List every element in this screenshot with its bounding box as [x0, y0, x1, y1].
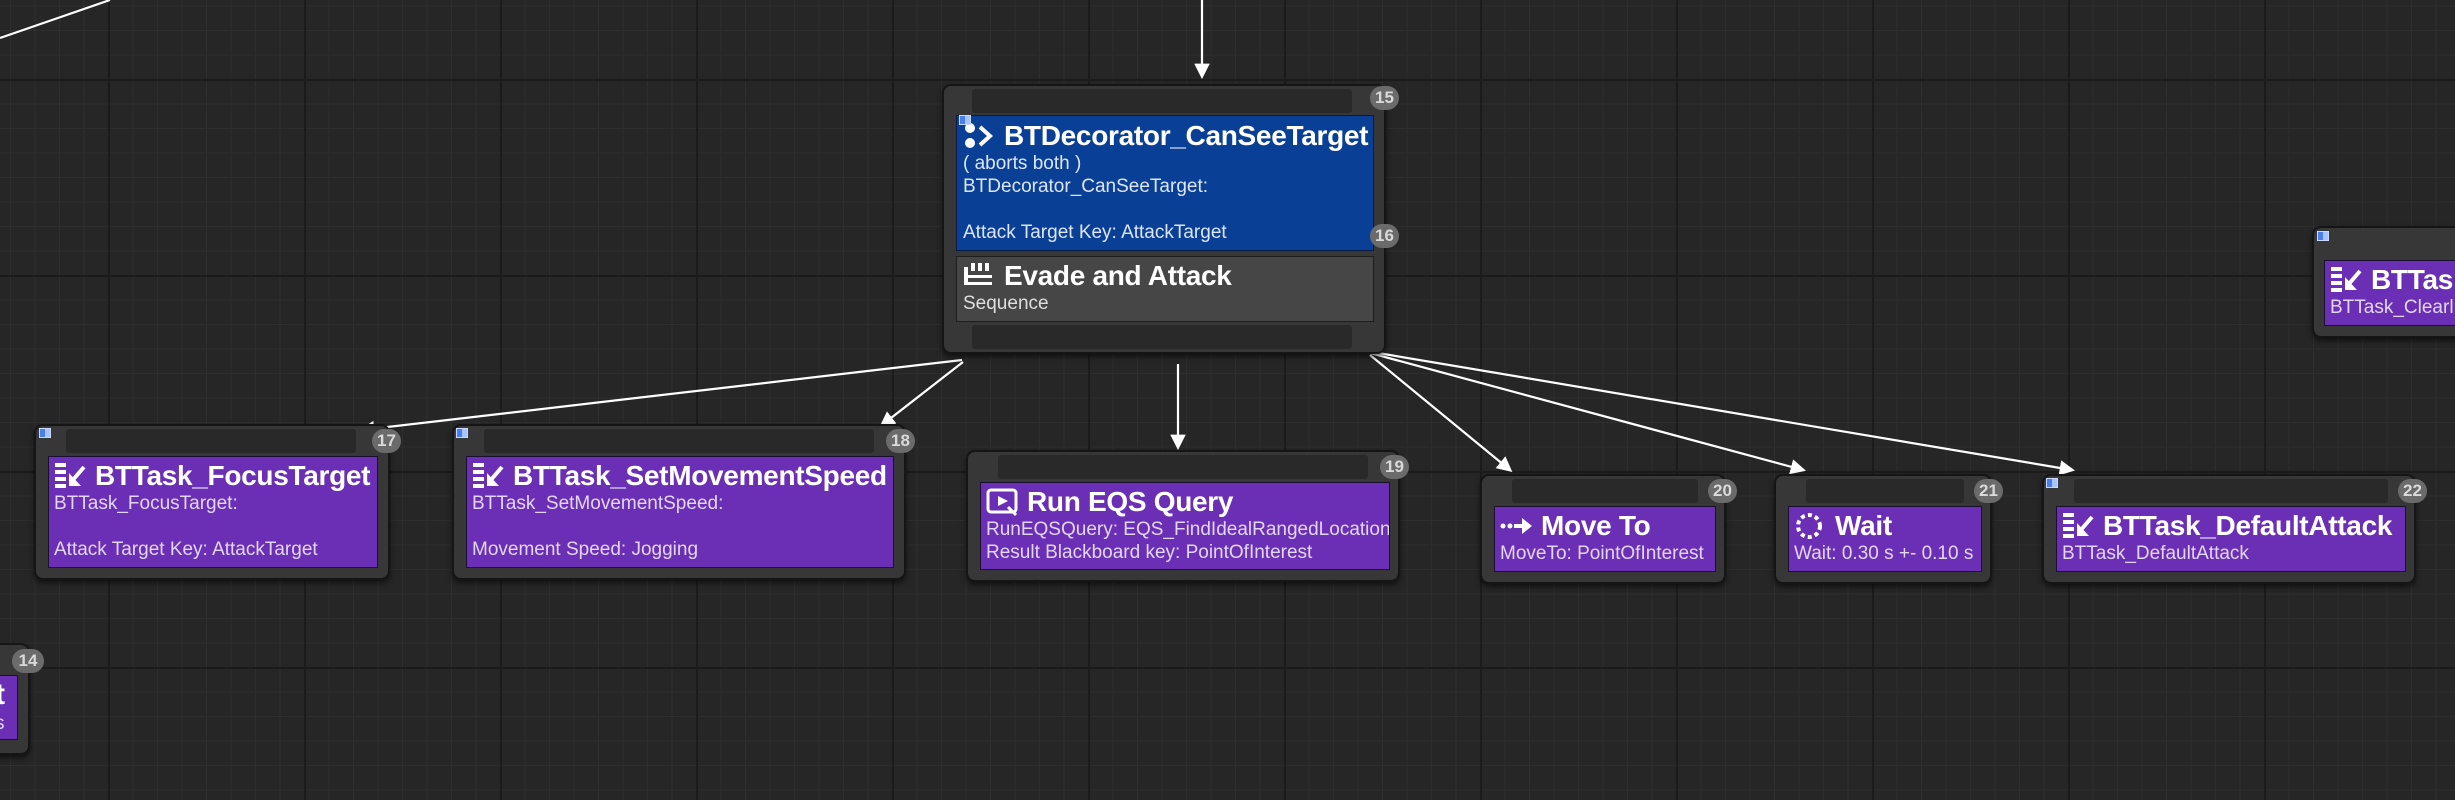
- decorator-key-line: Attack Target Key: AttackTarget: [963, 222, 1227, 243]
- partial-node-right[interactable]: BTTas BTTask_Clearl: [2312, 226, 2455, 338]
- move-to-node[interactable]: Move To MoveTo: PointOfInterest 20: [1480, 474, 1737, 584]
- partial-task-left-detail: s: [0, 712, 17, 735]
- composite-title-row: Evade and Attack: [963, 260, 1367, 292]
- task-title: Run EQS Query: [1027, 486, 1234, 517]
- task-title: Move To: [1541, 510, 1651, 541]
- focus-target-task[interactable]: BTTask_FocusTarget BTTask_FocusTarget: A…: [48, 456, 378, 568]
- task-title-row: BTTas: [2330, 264, 2455, 296]
- sequence-composite[interactable]: Evade and Attack Sequence: [956, 256, 1374, 322]
- blueprint-task-icon: [55, 463, 86, 488]
- task-spacer: [472, 515, 887, 538]
- node-index-badge: 14: [12, 649, 44, 673]
- wire-evade-to-default-attack: [1371, 350, 2076, 476]
- node-index-badge: 21: [1974, 479, 2003, 503]
- set-movement-speed-task[interactable]: BTTask_SetMovementSpeed BTTask_SetMoveme…: [466, 456, 894, 568]
- task-detail: BTTask_Clearl: [2330, 297, 2454, 318]
- focus-target-node[interactable]: BTTask_FocusTarget BTTask_FocusTarget: A…: [34, 424, 401, 580]
- composite-title: Evade and Attack: [1004, 260, 1232, 291]
- blueprint-flag-icon: [2317, 231, 2329, 241]
- default-attack-task[interactable]: BTTask_DefaultAttack BTTask_DefaultAttac…: [2056, 506, 2406, 572]
- wait-icon: [1796, 513, 1822, 539]
- task-title-row: BTTask_DefaultAttack: [2062, 510, 2399, 542]
- task-title: BTTask_FocusTarget: [95, 460, 371, 491]
- sequence-icon: [964, 263, 992, 285]
- wire-evade-to-focus-target: [358, 358, 963, 437]
- eqs-query-icon: [986, 488, 1018, 517]
- evade-and-attack-node[interactable]: BTDecorator_CanSeeTarget ( aborts both )…: [942, 84, 1399, 354]
- decorator-icon: [965, 123, 993, 148]
- task-title-row: Wait: [1794, 510, 1975, 542]
- input-pin[interactable]: [1512, 479, 1698, 503]
- wait-task[interactable]: Wait Wait: 0.30 s +- 0.10 s: [1788, 506, 1982, 572]
- wait-node[interactable]: Wait Wait: 0.30 s +- 0.10 s 21: [1774, 474, 2003, 584]
- task-title-row: Move To: [1500, 510, 1709, 542]
- node-index-badge: 17: [372, 429, 401, 453]
- input-pin[interactable]: [972, 89, 1352, 113]
- task-title: Wait: [1835, 510, 1892, 541]
- partial-task-left-body: t s: [0, 675, 18, 740]
- node-index-badge: 18: [886, 429, 915, 453]
- decorator-title-row: BTDecorator_CanSeeTarget: [963, 120, 1369, 152]
- input-pin[interactable]: [2074, 479, 2388, 503]
- task-title-row: BTTask_SetMovementSpeed: [472, 460, 887, 492]
- task-spacer: [54, 515, 371, 538]
- task-title: BTTas: [2371, 264, 2453, 295]
- blueprint-flag-icon: [2046, 478, 2058, 488]
- blueprint-task-icon: [2063, 513, 2094, 538]
- wire-evade-to-wait: [1369, 351, 1806, 475]
- partial-node-left[interactable]: t s 14: [0, 643, 44, 755]
- partial-task-right-body: BTTas BTTask_Clearl: [2324, 260, 2455, 326]
- task-title-row: Run EQS Query: [986, 486, 1383, 518]
- task-class-line: BTTask_FocusTarget:: [54, 493, 238, 514]
- task-class-line: BTTask_SetMovementSpeed:: [472, 493, 724, 514]
- task-title: BTTask_SetMovementSpeed: [513, 460, 887, 491]
- eqs-result-line: Result Blackboard key: PointOfInterest: [986, 542, 1313, 563]
- input-pin[interactable]: [1806, 479, 1964, 503]
- decorator-index-badge: 16: [1370, 224, 1399, 248]
- run-eqs-query-node[interactable]: Run EQS Query RunEQSQuery: EQS_FindIdeal…: [966, 450, 1409, 582]
- decorator-spacer: [963, 198, 1367, 221]
- move-to-icon: [1500, 518, 1532, 534]
- task-title: BTTask_DefaultAttack: [2103, 510, 2393, 541]
- node-index-badge: 19: [1380, 455, 1409, 479]
- move-to-task[interactable]: Move To MoveTo: PointOfInterest: [1494, 506, 1716, 572]
- task-detail: Attack Target Key: AttackTarget: [54, 539, 318, 560]
- task-detail: BTTask_DefaultAttack: [2062, 543, 2249, 564]
- run-eqs-query-task[interactable]: Run EQS Query RunEQSQuery: EQS_FindIdeal…: [980, 482, 1390, 570]
- input-pin[interactable]: [66, 429, 356, 453]
- wire-offscreen-left: [0, 0, 111, 40]
- set-movement-speed-node[interactable]: BTTask_SetMovementSpeed BTTask_SetMoveme…: [452, 424, 915, 580]
- can-see-target-decorator[interactable]: BTDecorator_CanSeeTarget ( aborts both )…: [956, 115, 1374, 251]
- blueprint-flag-icon: [959, 115, 971, 125]
- task-title-row: BTTask_FocusTarget: [54, 460, 371, 492]
- input-pin[interactable]: [998, 455, 1368, 479]
- decorator-title: BTDecorator_CanSeeTarget: [1004, 120, 1369, 151]
- composite-type: Sequence: [963, 293, 1049, 314]
- output-pin[interactable]: [972, 325, 1352, 349]
- node-index-badge: 15: [1370, 86, 1399, 110]
- eqs-query-line: RunEQSQuery: EQS_FindIdealRangedLocation: [986, 519, 1390, 540]
- input-pin[interactable]: [484, 429, 874, 453]
- wire-evade-to-set-movement-speed: [879, 361, 964, 427]
- decorator-class-line: BTDecorator_CanSeeTarget:: [963, 176, 1209, 197]
- blueprint-flag-icon: [456, 428, 468, 438]
- node-index-badge: 22: [2398, 479, 2427, 503]
- default-attack-node[interactable]: BTTask_DefaultAttack BTTask_DefaultAttac…: [2042, 474, 2427, 584]
- task-detail: Wait: 0.30 s +- 0.10 s: [1794, 543, 1974, 564]
- partial-task-left-title: t: [0, 678, 17, 712]
- blueprint-task-icon: [2331, 267, 2362, 292]
- decorator-abort-mode: ( aborts both ): [963, 153, 1082, 174]
- task-detail: Movement Speed: Jogging: [472, 539, 699, 560]
- task-detail: MoveTo: PointOfInterest: [1500, 543, 1704, 564]
- blueprint-flag-icon: [39, 428, 51, 438]
- blueprint-task-icon: [473, 463, 504, 488]
- node-index-badge: 20: [1708, 479, 1737, 503]
